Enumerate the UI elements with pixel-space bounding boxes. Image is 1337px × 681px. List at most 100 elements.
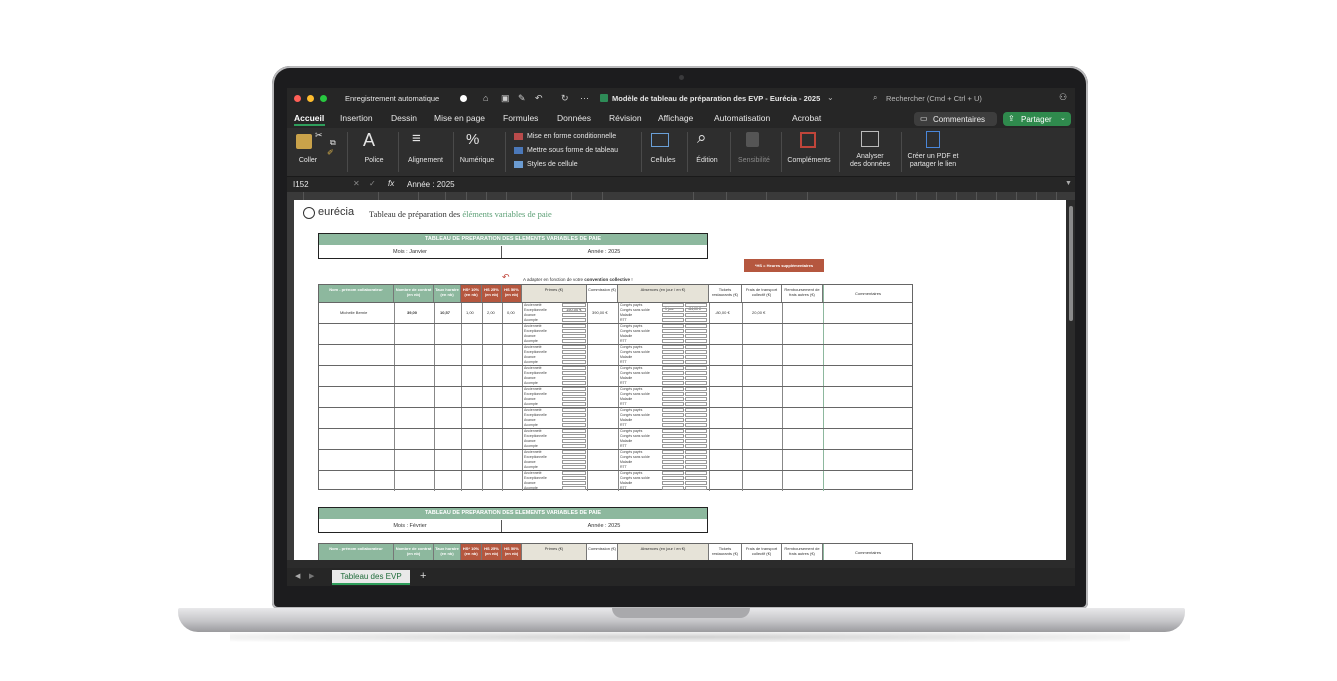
prime-value-cell[interactable] <box>562 308 586 312</box>
absence-days-cell[interactable] <box>662 350 684 354</box>
home-icon[interactable]: ⌂ <box>483 93 488 103</box>
absence-amount-cell[interactable] <box>685 376 707 380</box>
absence-days-cell[interactable] <box>662 366 684 370</box>
absence-amount-cell[interactable] <box>685 360 707 364</box>
absence-amount-cell[interactable] <box>685 439 707 443</box>
column-header[interactable] <box>936 192 957 200</box>
prime-value-cell[interactable] <box>562 313 586 317</box>
pdf-icon[interactable] <box>926 131 940 148</box>
font-icon[interactable]: A <box>363 130 375 151</box>
absence-days-cell[interactable] <box>662 308 684 312</box>
prev-sheet-icon[interactable]: ◀ <box>295 572 300 580</box>
prime-value-cell[interactable] <box>562 434 586 438</box>
absence-amount-cell[interactable] <box>685 408 707 412</box>
absence-days-cell[interactable] <box>662 413 684 417</box>
absence-amount-cell[interactable] <box>685 324 707 328</box>
autosave-toggle[interactable] <box>460 95 467 102</box>
horizontal-scrollbar[interactable] <box>287 560 1075 568</box>
tab-revision[interactable]: Révision <box>609 113 642 123</box>
absence-amount-cell[interactable] <box>685 392 707 396</box>
number-label[interactable]: Numérique <box>457 157 497 164</box>
absence-amount-cell[interactable] <box>685 318 707 322</box>
absence-days-cell[interactable] <box>662 397 684 401</box>
share-button[interactable]: ⇪ Partager ⌄ <box>1003 112 1071 126</box>
absence-amount-cell[interactable] <box>685 329 707 333</box>
clipboard-icon[interactable] <box>296 134 312 149</box>
column-header[interactable] <box>956 192 977 200</box>
absence-days-cell[interactable] <box>662 318 684 322</box>
year-cell[interactable]: Année : 2025 <box>501 520 707 532</box>
column-header[interactable] <box>976 192 997 200</box>
prime-value-cell[interactable] <box>562 413 586 417</box>
column-header[interactable] <box>916 192 937 200</box>
absence-days-cell[interactable] <box>662 476 684 480</box>
column-header[interactable] <box>418 192 446 200</box>
prime-value-cell[interactable] <box>562 392 586 396</box>
cell-styles-button[interactable]: Styles de cellule <box>527 161 578 168</box>
prime-value-cell[interactable] <box>562 397 586 401</box>
addins-label[interactable]: Compléments <box>786 157 832 164</box>
close-window-button[interactable] <box>294 95 301 102</box>
format-painter-icon[interactable]: ✐ <box>327 148 334 157</box>
absence-days-cell[interactable] <box>662 381 684 385</box>
analyze-data-icon[interactable] <box>861 131 879 147</box>
editing-label[interactable]: Édition <box>690 157 724 164</box>
column-header[interactable] <box>996 192 1017 200</box>
prime-value-cell[interactable] <box>562 471 586 475</box>
absence-amount-cell[interactable] <box>685 486 707 490</box>
pdf-label-2[interactable]: partager le lien <box>902 161 964 168</box>
table-row[interactable] <box>319 323 912 343</box>
absence-days-cell[interactable] <box>662 486 684 490</box>
expand-formula-icon[interactable]: ▼ <box>1065 180 1072 187</box>
prime-value-cell[interactable] <box>562 329 586 333</box>
absence-amount-cell[interactable] <box>685 339 707 343</box>
minimize-window-button[interactable] <box>307 95 314 102</box>
prime-value-cell[interactable] <box>562 444 586 448</box>
tab-dessin[interactable]: Dessin <box>391 113 417 123</box>
paste-label[interactable]: Coller <box>293 157 323 164</box>
prime-value-cell[interactable] <box>562 345 586 349</box>
table-row[interactable] <box>319 344 912 364</box>
absence-days-cell[interactable] <box>662 392 684 396</box>
table-row[interactable] <box>319 449 912 469</box>
prime-value-cell[interactable] <box>562 366 586 370</box>
column-header[interactable] <box>303 192 379 200</box>
vertical-scroll-thumb[interactable] <box>1069 206 1073 321</box>
absence-amount-cell[interactable] <box>685 476 707 480</box>
absence-days-cell[interactable] <box>662 402 684 406</box>
absence-days-cell[interactable] <box>662 429 684 433</box>
addins-icon[interactable] <box>800 132 816 148</box>
column-header[interactable] <box>378 192 419 200</box>
prime-value-cell[interactable] <box>562 476 586 480</box>
alignment-icon[interactable]: ≡ <box>412 130 421 147</box>
prime-value-cell[interactable] <box>562 334 586 338</box>
column-header[interactable] <box>602 192 694 200</box>
absence-amount-cell[interactable] <box>685 460 707 464</box>
absence-amount-cell[interactable] <box>685 387 707 391</box>
prime-value-cell[interactable] <box>562 355 586 359</box>
absence-amount-cell[interactable] <box>685 413 707 417</box>
tab-formules[interactable]: Formules <box>503 113 538 123</box>
prime-value-cell[interactable] <box>562 455 586 459</box>
prime-value-cell[interactable] <box>562 439 586 443</box>
format-as-table-button[interactable]: Mettre sous forme de tableau <box>527 147 618 154</box>
absence-amount-cell[interactable] <box>685 465 707 469</box>
absence-amount-cell[interactable] <box>685 418 707 422</box>
table-row[interactable] <box>319 386 912 406</box>
prime-value-cell[interactable] <box>562 303 586 307</box>
absence-amount-cell[interactable] <box>685 455 707 459</box>
cells-label[interactable]: Cellules <box>643 157 683 164</box>
copy-icon[interactable]: ⧉ <box>330 138 336 148</box>
prime-value-cell[interactable] <box>562 360 586 364</box>
column-header[interactable] <box>1056 192 1075 200</box>
column-header[interactable] <box>466 192 487 200</box>
name-box[interactable]: I152 <box>293 180 309 189</box>
absence-days-cell[interactable] <box>662 313 684 317</box>
analyze-label-2[interactable]: des données <box>843 161 897 168</box>
table-row[interactable] <box>319 302 912 322</box>
next-sheet-icon[interactable]: ▶ <box>309 572 314 580</box>
undo-icon[interactable]: ↶ <box>535 93 543 104</box>
pdf-label-1[interactable]: Créer un PDF et <box>902 153 964 160</box>
absence-days-cell[interactable] <box>662 360 684 364</box>
search-input[interactable]: Rechercher (Cmd + Ctrl + U) <box>886 94 982 103</box>
